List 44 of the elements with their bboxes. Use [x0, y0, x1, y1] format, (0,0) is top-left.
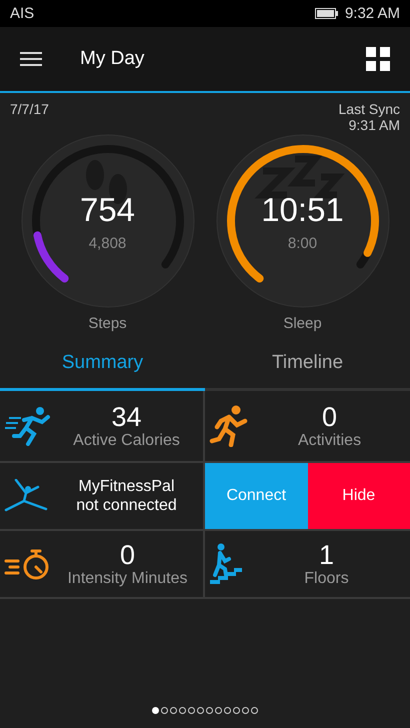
sync-label: Last Sync [338, 101, 400, 117]
running-person-icon [4, 406, 50, 446]
grid-icon[interactable] [366, 47, 390, 71]
stat-label: Intensity Minutes [67, 570, 188, 588]
screen-title: My Day [80, 48, 146, 70]
carrier-name: AIS [10, 5, 34, 22]
battery-icon [314, 8, 339, 19]
gauge-goal: 4,808 [88, 235, 126, 252]
page-indicator-dot[interactable] [197, 707, 204, 714]
sync-time: 9:31 AM [348, 117, 400, 133]
page-indicator-dot[interactable] [170, 707, 177, 714]
page-indicator-dot[interactable] [242, 707, 249, 714]
date-text: 7/7/17 [10, 101, 49, 119]
sleep-zzz-icon [254, 156, 344, 198]
stat-value: 0 [120, 540, 136, 570]
gauge-value: 754 [80, 191, 136, 229]
page-indicator-dot[interactable] [233, 707, 240, 714]
stairs-climber-icon [209, 543, 243, 585]
jumping-person-icon [4, 479, 50, 513]
stat-value: 1 [318, 540, 334, 570]
running-person-icon [209, 405, 249, 447]
notice-text: not connected [76, 496, 177, 515]
hide-button[interactable]: Hide [308, 463, 410, 529]
clock-time: 9:32 AM [344, 5, 400, 22]
notice-text: MyFitnessPal [78, 477, 175, 496]
stat-label: Active Calories [73, 432, 180, 450]
page-indicator-dot[interactable] [224, 707, 231, 714]
gauge-label: Steps [88, 315, 127, 332]
page-indicator-dot[interactable] [251, 707, 258, 714]
stat-label: Floors [304, 570, 349, 588]
gauge-value: 10:51 [261, 191, 344, 229]
page-indicator-dot[interactable] [215, 707, 222, 714]
gauge-label: Sleep [283, 315, 322, 332]
stat-value: 34 [111, 402, 142, 432]
page-indicator-dot[interactable] [179, 707, 186, 714]
page-indicator-dot[interactable] [161, 707, 168, 714]
stat-label: Activities [298, 432, 362, 450]
tab[interactable]: Timeline [205, 352, 410, 391]
menu-icon[interactable] [20, 51, 42, 67]
page-indicator-dot[interactable] [188, 707, 195, 714]
page-indicator-dot[interactable] [206, 707, 213, 714]
stat-value: 0 [322, 402, 338, 432]
tab[interactable]: Summary [0, 352, 205, 391]
gauge-goal: 8:00 [288, 235, 318, 252]
